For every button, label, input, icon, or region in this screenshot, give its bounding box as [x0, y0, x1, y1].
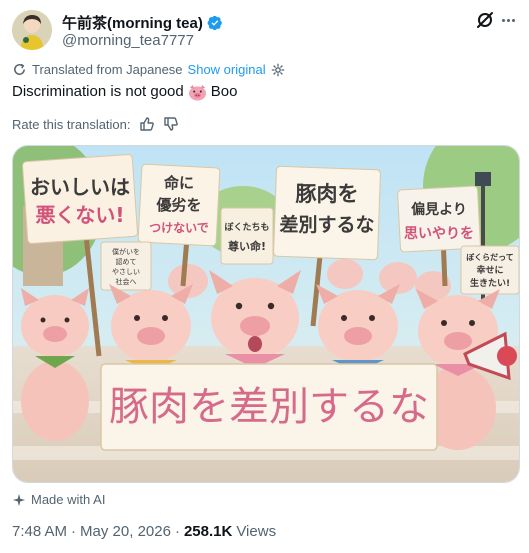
sign-text-3a: ぼくたちも: [224, 221, 269, 233]
rate-label: Rate this translation:: [12, 116, 131, 132]
tweet-text-tail: Boo: [210, 83, 238, 100]
meta-separator-2: ·: [174, 523, 180, 540]
sign-text-7c: やさしい: [112, 268, 140, 276]
settings-gear-icon[interactable]: [271, 63, 285, 77]
grok-icon[interactable]: [475, 10, 495, 30]
sign-text-3b: 尊い命!: [228, 239, 266, 253]
tweet-header: 午前茶(morning tea) @morning_tea7777: [12, 10, 517, 50]
sign-text-6b: 幸せに: [476, 264, 503, 276]
sign-text-6c: 生きたい!: [470, 277, 510, 289]
sign-text-1b: 悪くない!: [35, 203, 124, 227]
sign-text-7d: 社会へ: [116, 277, 137, 286]
tweet-image[interactable]: おいしいは 悪くない! 命に 優劣を つけないで ぼくたちも 尊い命! 豚肉を …: [12, 145, 520, 483]
meta-separator: ·: [71, 523, 77, 540]
sign-text-6a: ぼくらだって: [466, 252, 514, 262]
sparkle-icon: [12, 493, 26, 506]
rate-translation: Rate this translation:: [12, 116, 179, 132]
sign-text-4b: 差別するな: [279, 213, 374, 236]
tweet-time[interactable]: 7:48 AM: [12, 523, 67, 540]
pig-protest-illustration: おいしいは 悪くない! 命に 優劣を つけないで ぼくたちも 尊い命! 豚肉を …: [13, 146, 519, 482]
tweet-text: Discrimination is not good Boo: [12, 82, 237, 102]
views-label: Views: [236, 523, 277, 540]
sign-text-5b: 思いやりを: [404, 226, 474, 242]
display-name[interactable]: 午前茶(morning tea): [62, 12, 203, 33]
thumbs-up-icon[interactable]: [139, 116, 155, 132]
handle[interactable]: @morning_tea7777: [62, 32, 194, 49]
verified-badge-icon: [207, 15, 222, 30]
name-row: 午前茶(morning tea): [62, 12, 223, 33]
sign-text-7b: 認めて: [116, 257, 137, 266]
sign-text-7a: 僕がいを: [112, 247, 140, 256]
made-with-ai-label: Made with AI: [12, 492, 105, 507]
sign-text-2b: 優劣を: [155, 196, 201, 214]
banner-text: 豚肉を差別するな: [109, 384, 429, 430]
translated-label: Translated from Japanese: [32, 62, 183, 77]
show-original-link[interactable]: Show original: [188, 62, 266, 77]
tweet-date[interactable]: May 20, 2026: [80, 523, 171, 540]
sign-text-5a: 偏見より: [411, 201, 467, 218]
translation-notice: Translated from Japanese Show original: [12, 62, 285, 77]
sign-text-2c: つけないで: [149, 221, 209, 235]
tweet-text-main: Discrimination is not good: [12, 83, 184, 100]
tweet-meta: 7:48 AM · May 20, 2026 · 258.1K Views: [12, 523, 276, 540]
made-with-ai-text: Made with AI: [31, 492, 106, 507]
avatar[interactable]: [12, 10, 52, 50]
more-options-icon[interactable]: [499, 10, 517, 30]
thumbs-down-icon[interactable]: [163, 116, 179, 132]
sign-text-2a: 命に: [163, 174, 194, 192]
translate-icon: [14, 63, 25, 75]
pig-face-emoji-icon: [188, 84, 206, 101]
sign-text-1a: おいしいは: [30, 175, 130, 199]
sign-text-4a: 豚肉を: [296, 182, 359, 206]
views-count: 258.1K: [183, 523, 233, 540]
